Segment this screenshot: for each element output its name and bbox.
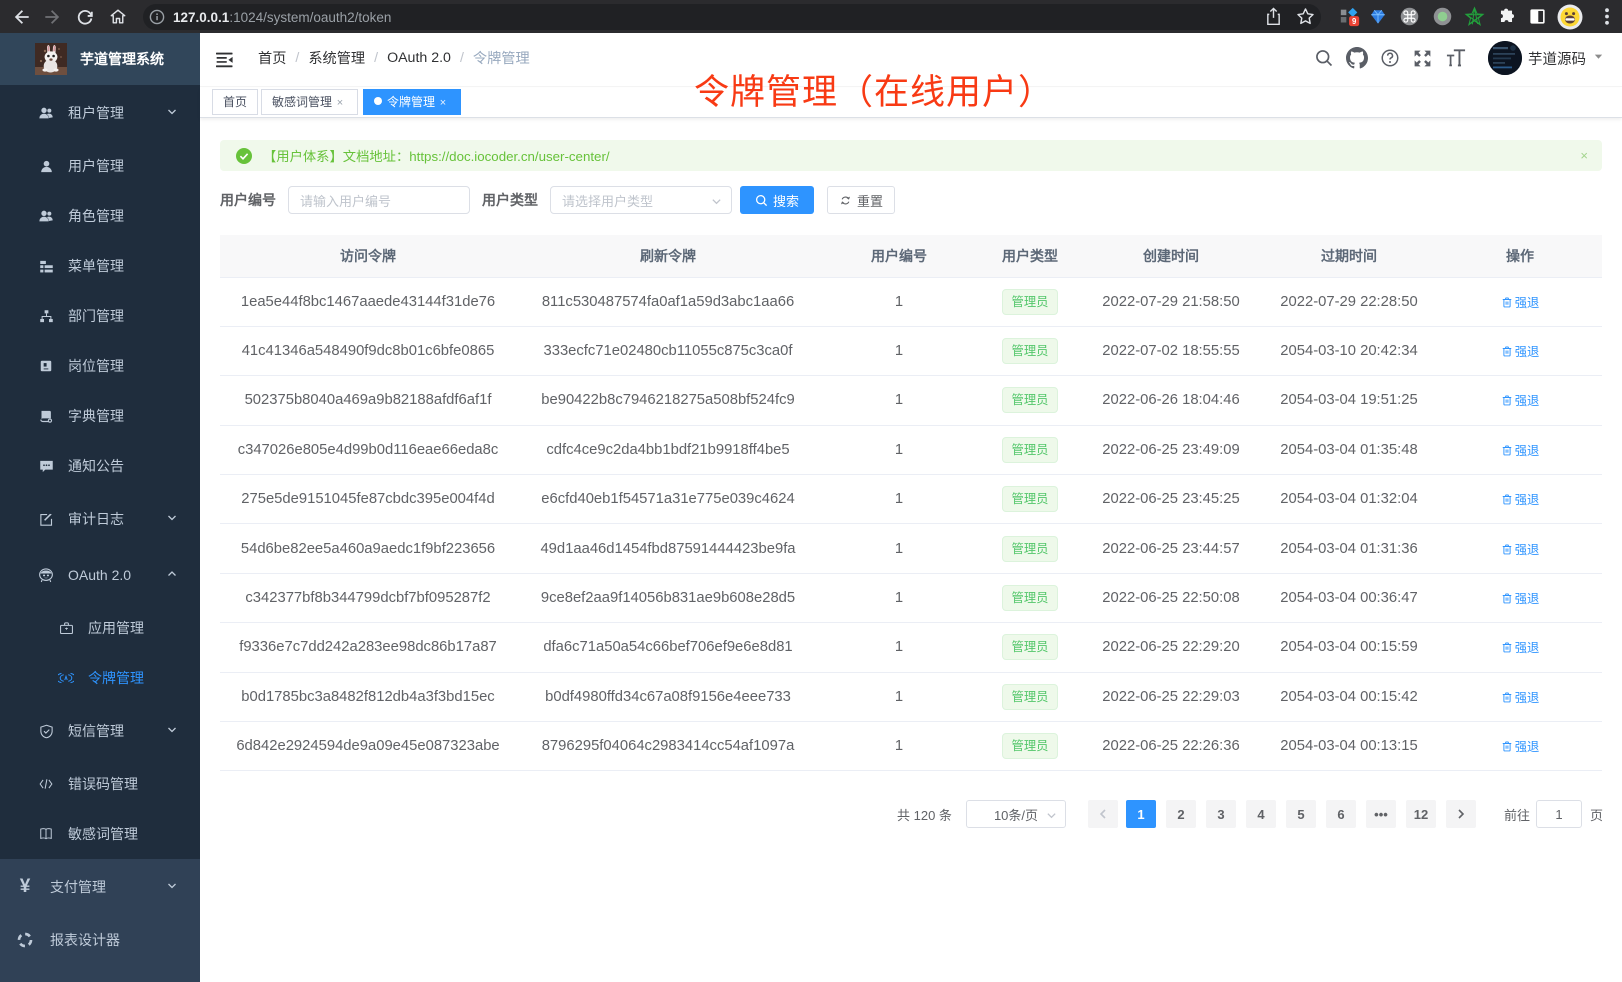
svg-text:9: 9 [1352, 16, 1357, 25]
